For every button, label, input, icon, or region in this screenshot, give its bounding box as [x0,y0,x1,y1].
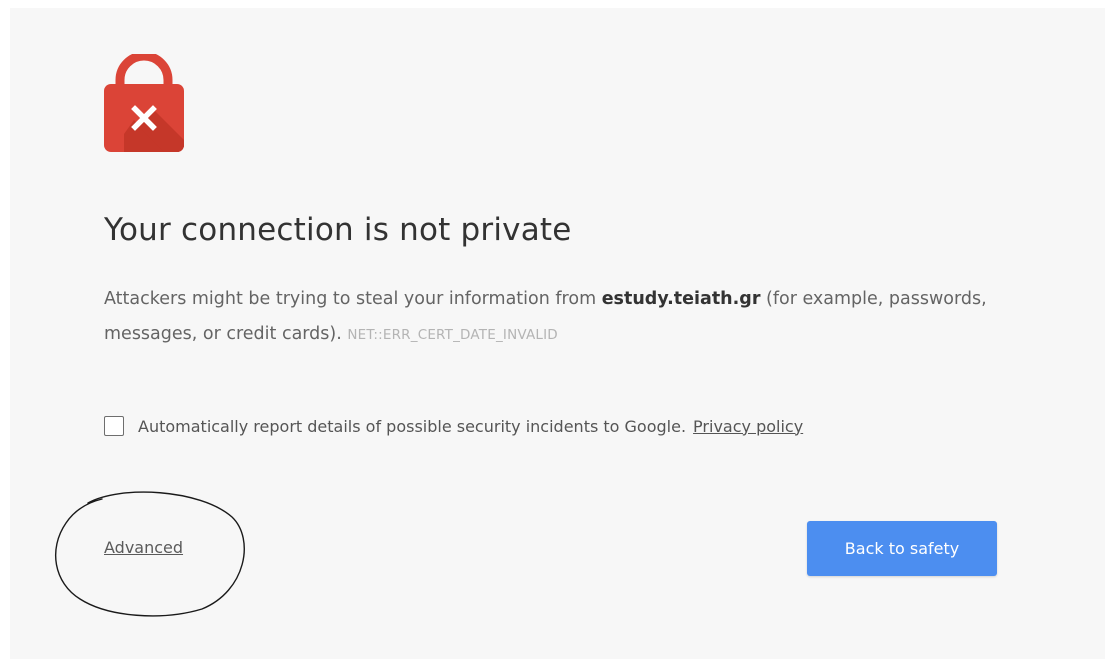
privacy-policy-link[interactable]: Privacy policy [693,417,803,436]
host-name: estudy.teiath.gr [601,289,761,309]
advanced-link[interactable]: Advanced [104,538,183,557]
report-checkbox-label[interactable]: Automatically report details of possible… [138,417,686,436]
report-checkbox[interactable] [104,416,124,436]
back-to-safety-button[interactable]: Back to safety [807,521,997,576]
explanation-text: Attackers might be trying to steal your … [104,289,602,309]
error-code: NET::ERR_CERT_DATE_INVALID [347,327,558,343]
error-explanation: Attackers might be trying to steal your … [104,282,1004,353]
report-checkbox-row: Automatically report details of possible… [104,414,803,438]
page-title: Your connection is not private [104,212,572,248]
lock-error-icon [104,54,184,152]
